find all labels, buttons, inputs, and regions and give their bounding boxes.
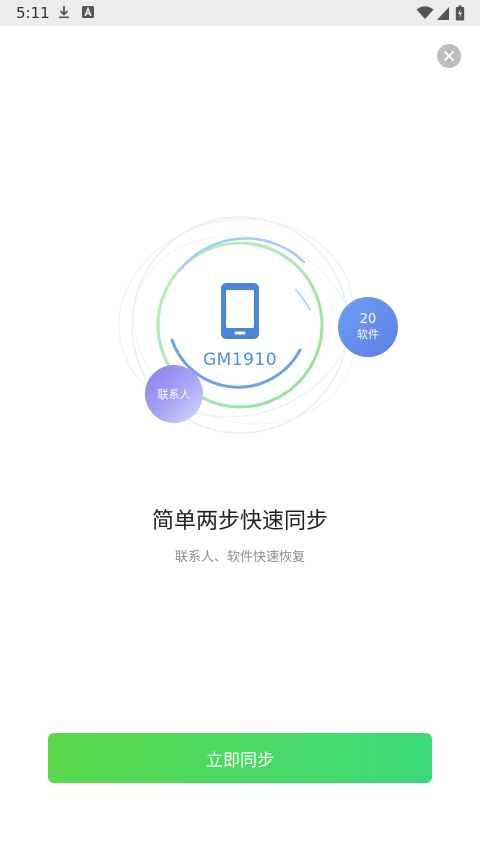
wifi-icon bbox=[416, 6, 434, 19]
download-icon bbox=[59, 6, 69, 19]
close-icon bbox=[444, 51, 454, 61]
apps-count: 20 bbox=[359, 312, 377, 327]
contacts-label: 联系人 bbox=[157, 388, 191, 401]
page-title: 简单两步快速同步 bbox=[151, 509, 328, 534]
device-name: GM1910 bbox=[202, 350, 278, 370]
apps-count-bubble: 20 软件 bbox=[338, 297, 398, 357]
sync-illustration bbox=[118, 216, 355, 434]
a-icon bbox=[82, 6, 94, 18]
close-button[interactable] bbox=[437, 44, 461, 68]
phone-icon bbox=[221, 283, 259, 339]
status-time: 5:11 bbox=[16, 4, 50, 22]
sync-intro-screen: 5:11 GM1910 20 软件 联系人 简单两步快速同步 联系人、软件快速恢… bbox=[0, 0, 480, 852]
apps-label: 软件 bbox=[357, 328, 379, 341]
page-subtitle: 联系人、软件快速恢复 bbox=[174, 550, 305, 565]
battery-charging-icon bbox=[455, 5, 465, 21]
contacts-bubble: 联系人 bbox=[145, 365, 203, 423]
signal-icon bbox=[437, 7, 449, 20]
status-bar: 5:11 bbox=[0, 0, 480, 26]
sync-now-button[interactable]: 立即同步 bbox=[48, 733, 432, 783]
